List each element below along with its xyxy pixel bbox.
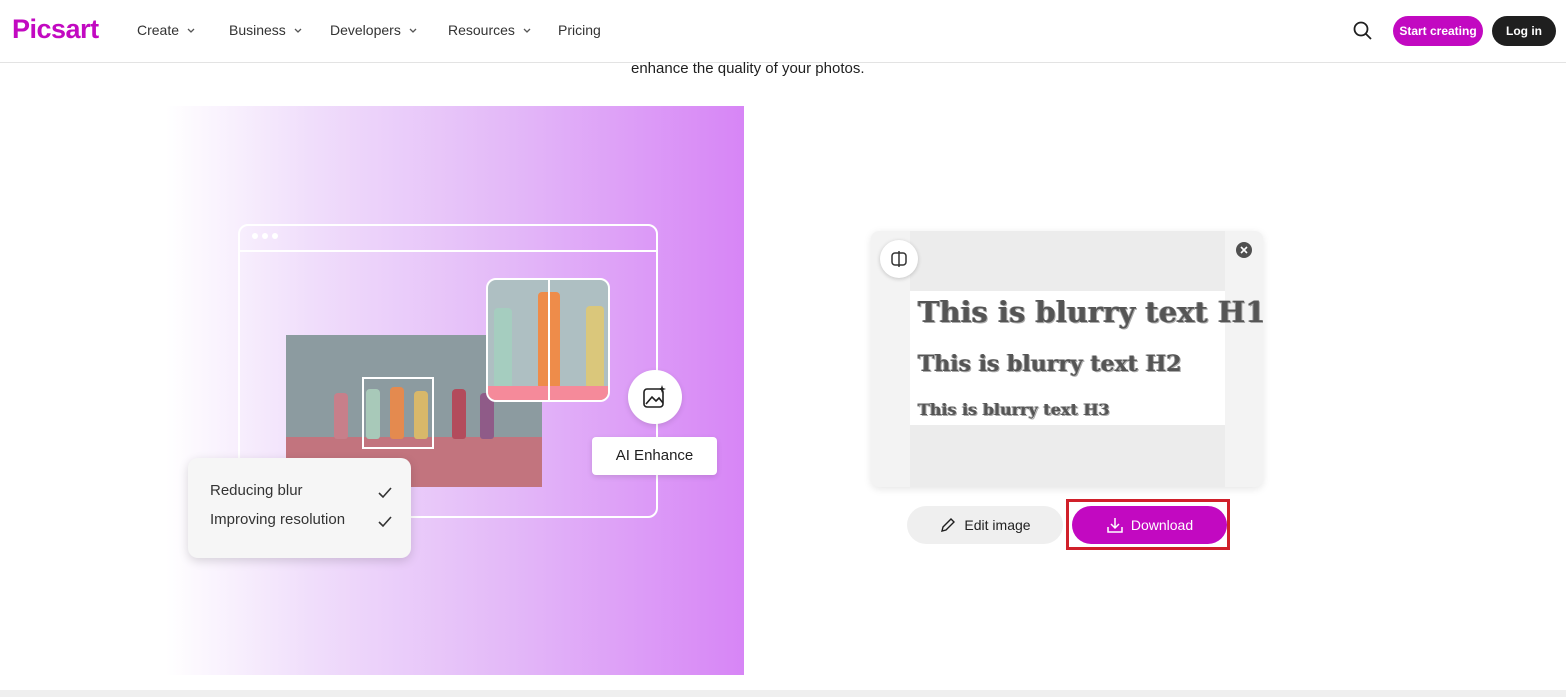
page-bottom-divider: [0, 690, 1566, 697]
selection-box: [362, 377, 434, 449]
pencil-icon: [941, 518, 956, 532]
compare-divider: [548, 280, 550, 400]
main-nav: Create Business Developers Resources Pri…: [137, 22, 601, 38]
bottle: [334, 393, 348, 439]
login-button[interactable]: Log in: [1492, 16, 1556, 46]
enhance-checklist: Reducing blur Improving resolution: [188, 458, 411, 558]
start-creating-button[interactable]: Start creating: [1393, 16, 1483, 46]
download-icon: [1107, 518, 1123, 533]
search-icon[interactable]: [1352, 20, 1374, 42]
window-dot: [252, 233, 258, 239]
download-button[interactable]: Download: [1072, 506, 1227, 544]
nav-create[interactable]: Create: [137, 22, 229, 38]
page-subtitle: enhance the quality of your photos.: [631, 60, 865, 77]
download-label: Download: [1130, 517, 1194, 533]
nav-resources[interactable]: Resources: [448, 22, 558, 38]
nav-pricing[interactable]: Pricing: [558, 22, 601, 38]
compare-icon: [891, 251, 907, 267]
check-label: Improving resolution: [210, 511, 346, 528]
bottle: [586, 306, 604, 388]
browser-frame-bar: [240, 226, 656, 252]
nav-developers-label: Developers: [330, 22, 401, 38]
window-dot: [272, 233, 278, 239]
ai-image-icon: [643, 385, 666, 408]
edit-image-button[interactable]: Edit image: [907, 506, 1063, 544]
result-preview-panel: This is blurry text H1 This is blurry te…: [871, 231, 1263, 487]
chevron-down-icon: [409, 28, 417, 33]
nav-business-label: Business: [229, 22, 286, 38]
nav-developers[interactable]: Developers: [330, 22, 448, 38]
edit-image-label: Edit image: [964, 517, 1031, 533]
preview-image: This is blurry text H1 This is blurry te…: [910, 291, 1263, 425]
chevron-down-icon: [187, 28, 195, 33]
check-label: Reducing blur: [210, 482, 303, 499]
close-icon: [1240, 246, 1248, 254]
picsart-logo[interactable]: Picsart: [12, 14, 99, 45]
blurry-text-h1: This is blurry text H1: [918, 295, 1263, 329]
chevron-down-icon: [294, 28, 302, 33]
nav-pricing-label: Pricing: [558, 22, 601, 38]
zoomed-photo: [486, 278, 610, 402]
blurry-text-h2: This is blurry text H2: [918, 351, 1182, 377]
nav-create-label: Create: [137, 22, 180, 38]
site-header: Picsart Create Business Developers Resou…: [0, 0, 1566, 63]
nav-resources-label: Resources: [448, 22, 515, 38]
close-button[interactable]: [1236, 242, 1252, 258]
window-dot: [262, 233, 268, 239]
bottle: [494, 308, 512, 388]
nav-business[interactable]: Business: [229, 22, 330, 38]
compare-button[interactable]: [880, 240, 918, 278]
bottle: [452, 389, 466, 439]
check-icon: [378, 487, 392, 499]
chevron-down-icon: [523, 28, 531, 33]
hero-illustration: AI Enhance Reducing blur Improving resol…: [166, 106, 744, 675]
ai-enhance-badge: [628, 370, 682, 424]
check-icon: [378, 516, 392, 528]
ai-enhance-label: AI Enhance: [592, 437, 717, 475]
blurry-text-h3: This is blurry text H3: [918, 400, 1110, 419]
